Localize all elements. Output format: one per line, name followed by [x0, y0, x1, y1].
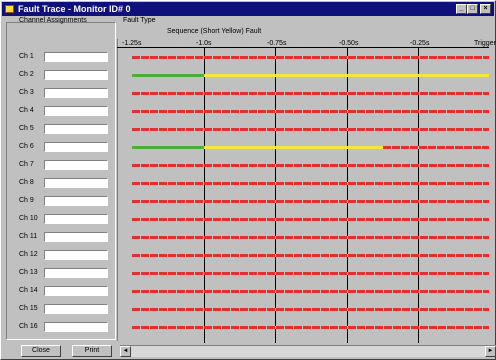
- channel-label: Ch 11: [19, 233, 38, 240]
- close-button[interactable]: Close: [21, 345, 61, 357]
- time-tick-label: -1.25s: [122, 40, 142, 47]
- channel-assignment-field[interactable]: [44, 322, 108, 332]
- trace-plot: [117, 39, 490, 341]
- channel-label: Ch 8: [19, 179, 34, 186]
- channel-trace: [132, 272, 489, 275]
- channel-assignment-field[interactable]: [44, 250, 108, 260]
- time-ruler: [117, 47, 489, 48]
- fault-description: Sequence (Short Yellow) Fault: [167, 28, 262, 35]
- channel-trace: [132, 254, 489, 257]
- channel-label: Ch 12: [19, 251, 38, 258]
- trace-segment: [132, 74, 204, 77]
- minimize-icon: _: [459, 5, 464, 12]
- channel-assignment-field[interactable]: [44, 178, 108, 188]
- channel-label: Ch 3: [19, 89, 34, 96]
- close-icon: ×: [483, 5, 488, 12]
- time-tick-label: -1.0s: [196, 40, 212, 47]
- time-tick-label: -0.50s: [339, 40, 359, 47]
- channel-trace: [132, 200, 489, 203]
- channel-trace: [132, 326, 489, 329]
- close-window-button[interactable]: ×: [480, 4, 491, 14]
- scroll-right-arrow-icon[interactable]: ►: [485, 346, 496, 357]
- scroll-left-arrow-icon[interactable]: ◄: [120, 346, 131, 357]
- channel-assignment-field[interactable]: [44, 160, 108, 170]
- channel-label: Ch 5: [19, 125, 34, 132]
- trace-segment: [204, 74, 489, 77]
- channel-trace: [132, 56, 489, 59]
- channel-assignment-field[interactable]: [44, 196, 108, 206]
- channel-label: Ch 15: [19, 305, 38, 312]
- app-icon: [5, 5, 14, 13]
- fault-trace-window: Fault Trace - Monitor ID# 0 _ □ × Channe…: [0, 0, 496, 360]
- channel-label: Ch 1: [19, 53, 34, 60]
- minimize-button[interactable]: _: [456, 4, 467, 14]
- channel-assignment-field[interactable]: [44, 286, 108, 296]
- channel-label: Ch 14: [19, 287, 38, 294]
- channel-label: Ch 9: [19, 197, 34, 204]
- channel-label: Ch 6: [19, 143, 34, 150]
- trace-segment: [383, 146, 489, 149]
- channel-label: Ch 7: [19, 161, 34, 168]
- channel-label: Ch 2: [19, 71, 34, 78]
- trace-segment: [132, 146, 204, 149]
- channel-assignment-field[interactable]: [44, 142, 108, 152]
- channel-assignments-heading: Channel Assignments: [19, 17, 87, 24]
- channel-trace: [132, 236, 489, 239]
- channel-assignment-field[interactable]: [44, 124, 108, 134]
- channel-trace: [132, 182, 489, 185]
- channel-assignment-field[interactable]: [44, 52, 108, 62]
- channel-trace: [132, 218, 489, 221]
- time-tick-label: -0.25s: [410, 40, 430, 47]
- channel-assignment-field[interactable]: [44, 232, 108, 242]
- title-bar[interactable]: Fault Trace - Monitor ID# 0 _ □ ×: [2, 2, 494, 16]
- channel-assignment-field[interactable]: [44, 106, 108, 116]
- time-tick-label: -0.75s: [267, 40, 287, 47]
- channel-assignment-field[interactable]: [44, 214, 108, 224]
- maximize-icon: □: [470, 5, 475, 12]
- window-title: Fault Trace - Monitor ID# 0: [18, 4, 131, 14]
- horizontal-scrollbar[interactable]: ◄ ►: [120, 345, 496, 357]
- channel-assignment-field[interactable]: [44, 304, 108, 314]
- channel-label: Ch 4: [19, 107, 34, 114]
- channel-trace: [132, 92, 489, 95]
- fault-type-heading: Fault Type: [123, 17, 156, 24]
- print-button[interactable]: Print: [72, 345, 112, 357]
- trace-segment: [204, 146, 383, 149]
- channel-trace: [132, 290, 489, 293]
- time-tick-label: Trigger: [474, 40, 496, 47]
- channel-assignment-field[interactable]: [44, 268, 108, 278]
- channel-assignment-field[interactable]: [44, 70, 108, 80]
- channel-trace: [132, 110, 489, 113]
- maximize-button[interactable]: □: [467, 4, 478, 14]
- channel-label: Ch 10: [19, 215, 38, 222]
- channel-assignment-field[interactable]: [44, 88, 108, 98]
- channel-trace: [132, 308, 489, 311]
- channel-trace: [132, 164, 489, 167]
- channel-label: Ch 16: [19, 323, 38, 330]
- channel-trace: [132, 128, 489, 131]
- channel-label: Ch 13: [19, 269, 38, 276]
